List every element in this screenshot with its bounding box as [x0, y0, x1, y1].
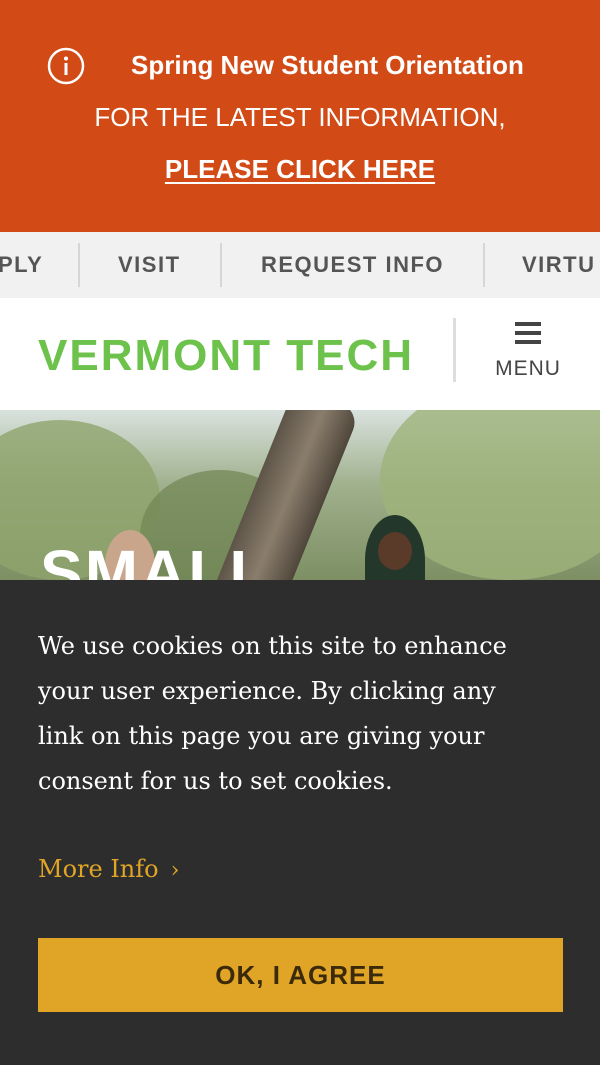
quick-link-divider	[483, 243, 485, 287]
quick-link-apply[interactable]: PLY	[0, 232, 43, 298]
quick-link-divider	[220, 243, 222, 287]
hero-image: SMALL	[0, 410, 600, 580]
menu-label: MENU	[495, 357, 561, 380]
alert-link-wrap: PLEASE CLICK HERE	[0, 152, 600, 186]
menu-button[interactable]: MENU	[470, 316, 586, 392]
quick-link-request-info[interactable]: REQUEST INFO	[261, 232, 444, 298]
agree-button[interactable]: OK, I AGREE	[38, 938, 563, 1012]
quick-links-nav: PLY VISIT REQUEST INFO VIRTU	[0, 232, 600, 298]
chevron-right-icon: ›	[170, 858, 180, 883]
alert-link[interactable]: PLEASE CLICK HERE	[165, 154, 435, 184]
alert-message: FOR THE LATEST INFORMATION,	[94, 102, 506, 132]
hamburger-icon	[515, 322, 541, 344]
quick-link-divider	[78, 243, 80, 287]
more-info-label: More Info	[38, 855, 159, 883]
info-icon	[47, 47, 85, 85]
alert-banner: Spring New Student Orientation FOR THE L…	[0, 0, 600, 232]
hero-person-face	[378, 532, 412, 570]
quick-link-virtual[interactable]: VIRTU	[522, 232, 596, 298]
cookie-message: We use cookies on this site to enhance y…	[38, 632, 507, 795]
cookie-banner: We use cookies on this site to enhance y…	[0, 580, 600, 1065]
alert-title: Spring New Student Orientation	[131, 50, 524, 80]
header-divider	[453, 318, 456, 382]
more-info-link[interactable]: More Info ›	[38, 847, 179, 893]
site-header: VERMONT TECH MENU	[0, 298, 600, 410]
quick-link-visit[interactable]: VISIT	[118, 232, 181, 298]
hero-headline: SMALL	[40, 537, 271, 580]
site-logo[interactable]: VERMONT TECH	[38, 328, 414, 384]
